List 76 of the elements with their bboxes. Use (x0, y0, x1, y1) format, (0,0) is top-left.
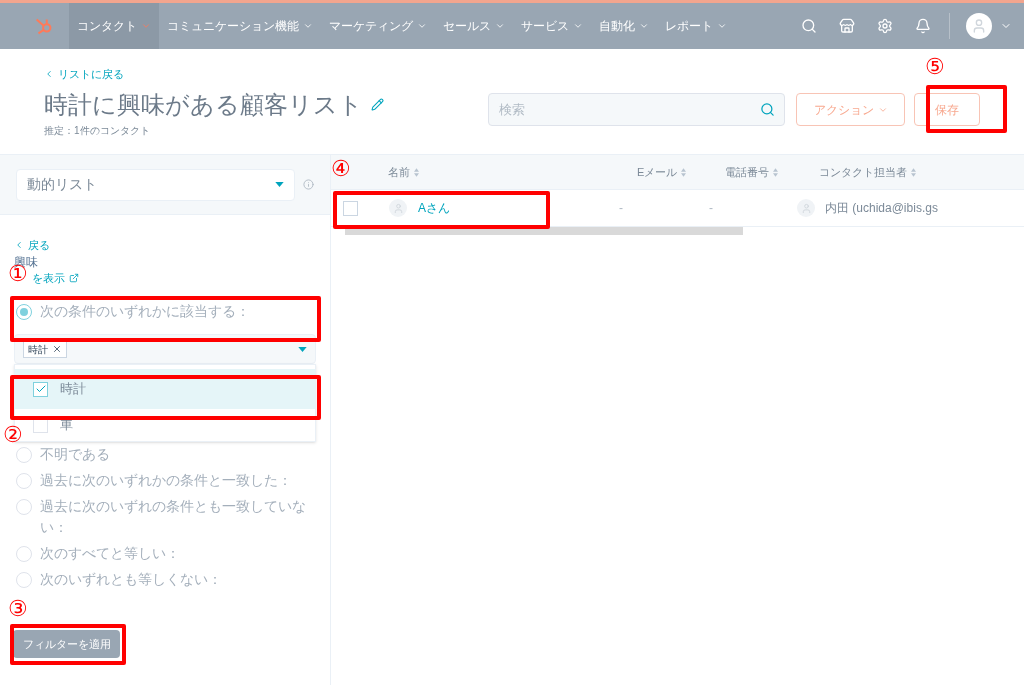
avatar-icon[interactable] (966, 13, 992, 39)
close-icon[interactable] (52, 344, 62, 354)
settings-icon[interactable] (877, 18, 893, 34)
radio-button[interactable] (16, 447, 32, 463)
chevron-down-icon[interactable] (495, 21, 505, 31)
row-checkbox[interactable] (343, 200, 358, 216)
apply-filter-button[interactable]: フィルターを適用 (13, 630, 120, 658)
details-link[interactable]: を表示 (32, 269, 79, 286)
radio-label: 過去に次のいずれの条件とも一致していない： (40, 497, 307, 537)
select-value: 動的リスト (27, 175, 97, 194)
annotation-number: ④ (331, 157, 351, 181)
radio-button[interactable] (16, 473, 32, 489)
pencil-icon[interactable] (371, 98, 384, 111)
chevron-down-icon[interactable] (717, 21, 727, 31)
avatar-icon (797, 199, 815, 217)
bell-icon[interactable] (915, 18, 931, 34)
info-icon[interactable] (303, 179, 314, 190)
nav-menu-item[interactable]: セールス (435, 3, 513, 49)
store-icon[interactable] (839, 18, 855, 34)
radio-label: 次のすべてと等しい： (40, 544, 180, 563)
radio-button[interactable] (16, 499, 32, 515)
actions-button[interactable]: アクション (796, 93, 905, 126)
search-icon[interactable] (801, 18, 817, 34)
horizontal-scrollbar[interactable] (345, 227, 743, 235)
column-header[interactable]: 名前 (388, 163, 410, 181)
chevron-down-icon[interactable] (141, 21, 151, 31)
table-cell-text: - (709, 200, 714, 217)
contact-name-link[interactable]: Aさん (418, 199, 619, 217)
search-field[interactable]: 検索 (488, 93, 785, 126)
nav-menu-item[interactable]: 自動化 (591, 3, 657, 49)
annotation-number: ③ (8, 597, 28, 621)
chevron-down-icon[interactable] (639, 21, 649, 31)
save-button[interactable]: 保存 (914, 93, 980, 126)
table-cell-text: - (619, 200, 624, 217)
list-title: 時計に興味がある顧客リスト (44, 89, 363, 120)
nav-menu-item[interactable]: コミュニケーション機能 (159, 3, 321, 49)
column-header[interactable]: 電話番号 (725, 163, 769, 181)
search-icon (760, 102, 775, 117)
sort-icon[interactable] (911, 167, 916, 177)
radio-button[interactable] (16, 304, 32, 320)
column-header[interactable]: コンタクト担当者 (819, 163, 907, 181)
sort-icon[interactable] (414, 167, 419, 177)
chevron-down-icon[interactable] (573, 21, 583, 31)
back-link[interactable]: リストに戻る (44, 66, 384, 83)
check-icon (34, 383, 47, 395)
chevron-down-icon[interactable] (303, 21, 313, 31)
radio-label: 不明である (40, 445, 110, 464)
annotation-number: ② (3, 423, 23, 447)
nav-menu-item[interactable]: サービス (513, 3, 591, 49)
chevron-left-icon[interactable] (44, 69, 54, 80)
sort-icon[interactable] (773, 167, 778, 177)
checkbox[interactable] (33, 381, 48, 397)
avatar-icon (389, 199, 407, 217)
radio-label: 過去に次のいずれかの条件と一致した： (40, 471, 292, 490)
column-header[interactable]: Eメール (637, 163, 678, 181)
back-link[interactable]: 戻る (14, 237, 316, 254)
radio-label: 次のいずれとも等しくない： (40, 570, 222, 589)
external-link-icon[interactable] (69, 272, 79, 283)
radio-label: 次の条件のいずれかに該当する： (40, 302, 250, 321)
sort-icon[interactable] (681, 167, 687, 177)
radio-button[interactable] (16, 572, 32, 588)
list-type-select[interactable]: 動的リスト (16, 168, 295, 201)
checkbox[interactable] (33, 417, 48, 433)
annotation-number: ⑤ (925, 55, 945, 79)
option-item-highlight[interactable]: 時計 (15, 369, 315, 409)
chevron-down-icon[interactable] (417, 21, 427, 31)
chevron-left-icon[interactable] (14, 240, 24, 251)
caret-icon[interactable] (275, 182, 284, 187)
radio-button[interactable] (16, 546, 32, 562)
nav-menu-item[interactable]: レポート (657, 3, 735, 49)
option-label[interactable]: 時計 (60, 379, 86, 399)
table-cell-text: 内田 (uchida@ibis.gs (825, 200, 938, 217)
nav-menu-item[interactable]: マーケティング (321, 3, 435, 49)
caret-icon[interactable] (298, 346, 307, 352)
contact-estimate: 推定：1件のコンタクト (44, 123, 151, 138)
nav-menu-item[interactable]: コンタクト (69, 3, 159, 49)
